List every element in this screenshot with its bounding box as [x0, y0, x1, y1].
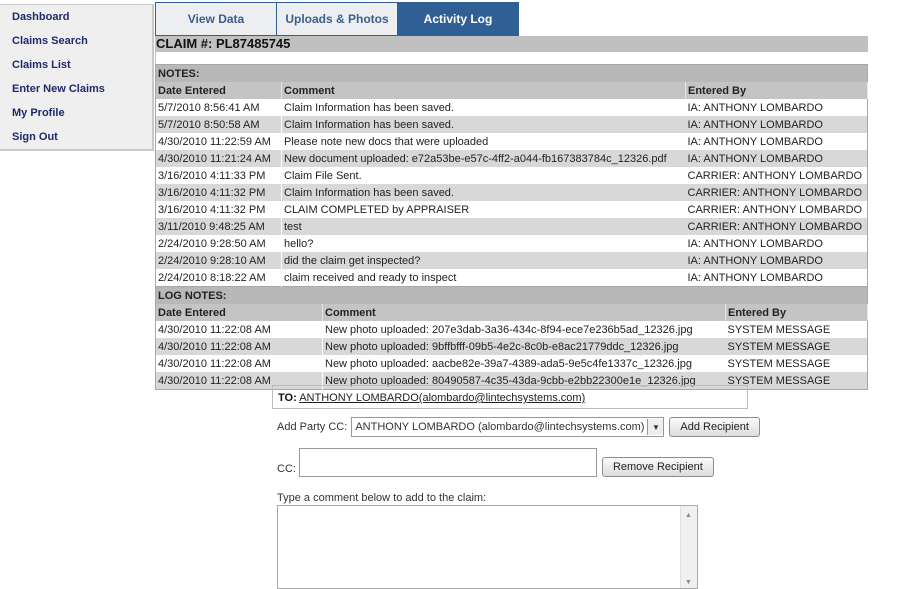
table-row: 3/16/2010 4:11:32 PM Claim Information ha… [155, 184, 868, 201]
cell-comment: hello? [281, 235, 686, 252]
notes-column-headers: Date Entered Comment Entered By [155, 82, 868, 99]
column-header-date: Date Entered [155, 304, 323, 321]
spacer [155, 52, 868, 64]
cell-date: 4/30/2010 11:21:24 AM [155, 150, 282, 167]
log-notes-column-headers: Date Entered Comment Entered By [155, 304, 868, 321]
table-row: 4/30/2010 11:22:59 AM Please note new doc… [155, 133, 868, 150]
table-row: 4/30/2010 11:21:24 AM New document upload… [155, 150, 868, 167]
cell-entered-by: IA: ANTHONY LOMBARDO [685, 133, 868, 150]
cell-entered-by: CARRIER: ANTHONY LOMBARDO [685, 201, 868, 218]
cc-label: CC: [277, 463, 296, 475]
cell-comment: Claim Information has been saved. [281, 116, 686, 133]
cell-date: 3/16/2010 4:11:32 PM [155, 201, 282, 218]
remove-recipient-button[interactable]: Remove Recipient [601, 457, 714, 477]
table-row: 5/7/2010 8:56:41 AM Claim Information has… [155, 99, 868, 116]
cell-date: 3/16/2010 4:11:33 PM [155, 167, 282, 184]
cell-entered-by: SYSTEM MESSAGE [725, 355, 868, 372]
cell-date: 3/11/2010 9:48:25 AM [155, 218, 282, 235]
cell-entered-by: CARRIER: ANTHONY LOMBARDO [685, 184, 868, 201]
sidebar-item-dashboard[interactable]: Dashboard [0, 5, 152, 29]
cell-entered-by: IA: ANTHONY LOMBARDO [685, 150, 868, 167]
to-recipient-box: TO: ANTHONY LOMBARDO(alombardo@lintechsy… [272, 385, 748, 409]
log-notes-section-label: LOG NOTES: [155, 287, 868, 304]
sidebar-item-my-profile[interactable]: My Profile [0, 101, 152, 125]
cell-entered-by: SYSTEM MESSAGE [725, 321, 868, 338]
cc-row: CC: Remove Recipient [277, 448, 714, 477]
cell-comment: CLAIM COMPLETED by APPRAISER [281, 201, 686, 218]
to-label: TO: [278, 392, 297, 404]
log-notes-table: LOG NOTES: Date Entered Comment Entered … [155, 287, 868, 390]
comment-label: Type a comment below to add to the claim… [277, 492, 487, 504]
cell-entered-by: SYSTEM MESSAGE [725, 338, 868, 355]
sidebar-nav: Dashboard Claims Search Claims List Ente… [0, 4, 154, 151]
cell-entered-by: IA: ANTHONY LOMBARDO [685, 252, 868, 269]
sidebar-item-claims-search[interactable]: Claims Search [0, 29, 152, 53]
cell-date: 5/7/2010 8:56:41 AM [155, 99, 282, 116]
notes-section-header: NOTES: [155, 64, 868, 82]
cell-date: 5/7/2010 8:50:58 AM [155, 116, 282, 133]
cell-date: 4/30/2010 11:22:59 AM [155, 133, 282, 150]
column-header-comment: Comment [281, 82, 686, 99]
chevron-down-icon[interactable]: ▼ [647, 419, 664, 435]
comment-textarea[interactable] [277, 505, 698, 589]
cell-comment: Claim File Sent. [281, 167, 686, 184]
table-row: 4/30/2010 11:22:08 AM New photo uploaded:… [155, 355, 868, 372]
cell-entered-by: IA: ANTHONY LOMBARDO [685, 269, 868, 287]
cell-comment: New document uploaded: e72a53be-e57c-4ff… [281, 150, 686, 167]
cell-comment: test [281, 218, 686, 235]
add-recipient-button[interactable]: Add Recipient [669, 417, 760, 437]
cell-comment: Claim Information has been saved. [281, 184, 686, 201]
table-row: 5/7/2010 8:50:58 AM Claim Information has… [155, 116, 868, 133]
sidebar-item-sign-out[interactable]: Sign Out [0, 125, 152, 149]
table-row: 3/16/2010 4:11:33 PM Claim File Sent. CARR… [155, 167, 868, 184]
cell-date: 2/24/2010 9:28:50 AM [155, 235, 282, 252]
cell-date: 2/24/2010 8:18:22 AM [155, 269, 282, 287]
cell-comment: Claim Information has been saved. [281, 99, 686, 116]
table-row: 4/30/2010 11:22:08 AM New photo uploaded:… [155, 321, 868, 338]
log-notes-section-header: LOG NOTES: [155, 287, 868, 304]
table-row: 4/30/2010 11:22:08 AM New photo uploaded:… [155, 338, 868, 355]
cell-entered-by: IA: ANTHONY LOMBARDO [685, 99, 868, 116]
cell-date: 2/24/2010 9:28:10 AM [155, 252, 282, 269]
cell-comment: New photo uploaded: aacbe82e-39a7-4389-a… [322, 355, 726, 372]
tab-activity-log[interactable]: Activity Log [398, 2, 519, 37]
cell-comment: New photo uploaded: 9bffbfff-09b5-4e2c-8… [322, 338, 726, 355]
table-row: 2/24/2010 9:28:10 AM did the claim get in… [155, 252, 868, 269]
main-content: CLAIM #: PL87485745 NOTES: Date Entered … [155, 36, 868, 390]
add-party-label: Add Party CC: [277, 421, 348, 433]
cell-comment: claim received and ready to inspect [281, 269, 686, 287]
cell-date: 3/16/2010 4:11:32 PM [155, 184, 282, 201]
notes-table: NOTES: Date Entered Comment Entered By 5… [155, 64, 868, 287]
cell-date: 4/30/2010 11:22:08 AM [155, 338, 323, 355]
cell-entered-by: CARRIER: ANTHONY LOMBARDO [685, 218, 868, 235]
cell-comment: Please note new docs that were uploaded [281, 133, 686, 150]
cc-listbox[interactable] [298, 448, 597, 477]
tab-view-data[interactable]: View Data [155, 2, 277, 37]
add-party-row: Add Party CC: ANTHONY LOMBARDO (alombard… [277, 417, 760, 437]
cell-comment: New photo uploaded: 207e3dab-3a36-434c-8… [322, 321, 726, 338]
tab-uploads-photos[interactable]: Uploads & Photos [277, 2, 398, 37]
column-header-entered-by: Entered By [685, 82, 868, 99]
sidebar-item-enter-new-claims[interactable]: Enter New Claims [0, 77, 152, 101]
cell-comment: did the claim get inspected? [281, 252, 686, 269]
cell-entered-by: IA: ANTHONY LOMBARDO [685, 235, 868, 252]
table-row: 3/16/2010 4:11:32 PM CLAIM COMPLETED by A… [155, 201, 868, 218]
table-row: 2/24/2010 8:18:22 AM claim received and r… [155, 269, 868, 287]
column-header-date: Date Entered [155, 82, 282, 99]
cell-entered-by: CARRIER: ANTHONY LOMBARDO [685, 167, 868, 184]
to-recipient-link[interactable]: ANTHONY LOMBARDO(alombardo@lintechsystem… [299, 392, 585, 404]
tab-bar: View Data Uploads & Photos Activity Log [155, 2, 519, 37]
table-row: 2/24/2010 9:28:50 AM hello? IA: ANTHONY LO… [155, 235, 868, 252]
add-party-selected-value: ANTHONY LOMBARDO (alombardo@lintechsyste… [355, 421, 645, 433]
sidebar-item-claims-list[interactable]: Claims List [0, 53, 152, 77]
cell-entered-by: IA: ANTHONY LOMBARDO [685, 116, 868, 133]
table-row: 3/11/2010 9:48:25 AM test CARRIER: ANTHONY… [155, 218, 868, 235]
add-party-select[interactable]: ANTHONY LOMBARDO (alombardo@lintechsyste… [351, 417, 665, 437]
cell-date: 4/30/2010 11:22:08 AM [155, 355, 323, 372]
claim-title: CLAIM #: PL87485745 [155, 36, 868, 52]
cell-date: 4/30/2010 11:22:08 AM [155, 321, 323, 338]
column-header-comment: Comment [322, 304, 726, 321]
notes-section-label: NOTES: [155, 64, 868, 82]
column-header-entered-by: Entered By [725, 304, 868, 321]
